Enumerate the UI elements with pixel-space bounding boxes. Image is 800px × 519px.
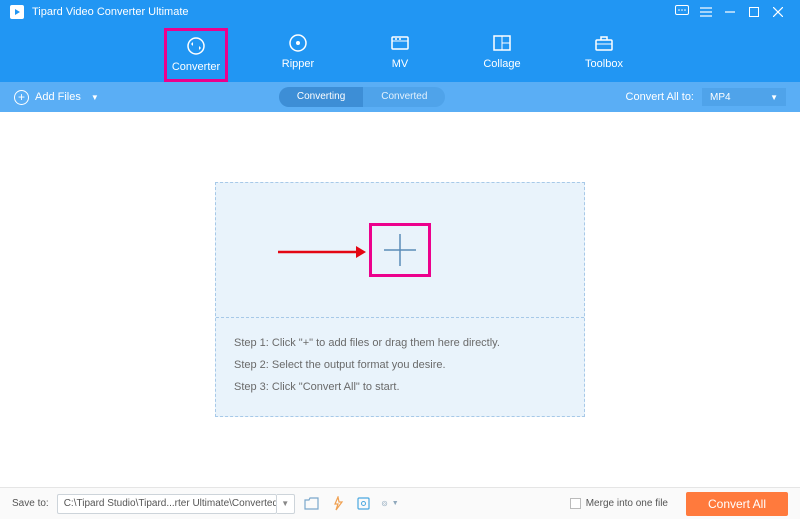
save-path-field[interactable]: C:\Tipard Studio\Tipard...rter Ultimate\… bbox=[57, 494, 277, 514]
settings-icon[interactable]: ▼ bbox=[381, 495, 399, 513]
add-files-plus-button[interactable] bbox=[369, 223, 431, 277]
maximize-icon[interactable] bbox=[742, 5, 766, 20]
app-title: Tipard Video Converter Ultimate bbox=[32, 6, 670, 18]
nav-converter[interactable]: Converter bbox=[164, 28, 228, 82]
nav-label: Ripper bbox=[282, 58, 314, 70]
feedback-icon[interactable] bbox=[670, 5, 694, 20]
convert-all-button[interactable]: Convert All bbox=[686, 492, 788, 516]
speed-icon[interactable] bbox=[329, 495, 347, 513]
toolbox-icon bbox=[593, 32, 615, 54]
save-to-label: Save to: bbox=[12, 498, 49, 509]
chevron-down-icon: ▼ bbox=[392, 500, 399, 507]
step-text: Step 1: Click "+" to add files or drag t… bbox=[234, 332, 566, 354]
nav-ripper[interactable]: Ripper bbox=[266, 28, 330, 82]
mv-icon bbox=[389, 32, 411, 54]
status-segment: Converting Converted bbox=[279, 87, 446, 107]
save-path-dropdown[interactable]: ▼ bbox=[277, 494, 295, 514]
merge-checkbox[interactable]: Merge into one file bbox=[570, 498, 668, 509]
footer: Save to: C:\Tipard Studio\Tipard...rter … bbox=[0, 487, 800, 519]
step-text: Step 3: Click "Convert All" to start. bbox=[234, 376, 566, 398]
plus-icon bbox=[382, 232, 418, 268]
format-dropdown[interactable]: MP4 ▼ bbox=[702, 88, 786, 106]
add-files-button[interactable]: + Add Files ▼ bbox=[14, 90, 99, 105]
merge-label: Merge into one file bbox=[586, 498, 668, 509]
nav-label: Toolbox bbox=[585, 58, 623, 70]
step-text: Step 2: Select the output format you des… bbox=[234, 354, 566, 376]
minimize-icon[interactable] bbox=[718, 5, 742, 20]
tab-converted[interactable]: Converted bbox=[363, 87, 445, 107]
tab-converting[interactable]: Converting bbox=[279, 87, 363, 107]
titlebar: Tipard Video Converter Ultimate bbox=[0, 0, 800, 24]
convert-to-label: Convert All to: bbox=[626, 91, 694, 103]
checkbox-icon bbox=[570, 498, 581, 509]
main-area: Step 1: Click "+" to add files or drag t… bbox=[0, 112, 800, 487]
add-files-label: Add Files bbox=[35, 91, 81, 103]
save-path-value: C:\Tipard Studio\Tipard...rter Ultimate\… bbox=[64, 498, 277, 509]
chevron-down-icon: ▼ bbox=[770, 93, 778, 102]
main-nav: Converter Ripper MV Collage Toolbox bbox=[0, 24, 800, 82]
gpu-icon[interactable] bbox=[355, 495, 373, 513]
converter-icon bbox=[185, 35, 207, 57]
app-logo-icon bbox=[10, 5, 24, 19]
nav-label: Converter bbox=[172, 61, 220, 73]
convert-all-to: Convert All to: MP4 ▼ bbox=[626, 88, 786, 106]
nav-label: MV bbox=[392, 58, 409, 70]
nav-mv[interactable]: MV bbox=[368, 28, 432, 82]
nav-label: Collage bbox=[483, 58, 520, 70]
dropzone-top bbox=[216, 183, 584, 317]
open-folder-icon[interactable] bbox=[303, 495, 321, 513]
nav-toolbox[interactable]: Toolbox bbox=[572, 28, 636, 82]
instructions: Step 1: Click "+" to add files or drag t… bbox=[216, 318, 584, 416]
collage-icon bbox=[491, 32, 513, 54]
format-value: MP4 bbox=[710, 92, 731, 103]
nav-collage[interactable]: Collage bbox=[470, 28, 534, 82]
annotation-arrow-icon bbox=[278, 245, 366, 259]
menu-icon[interactable] bbox=[694, 5, 718, 20]
plus-icon: + bbox=[14, 90, 29, 105]
toolbar: + Add Files ▼ Converting Converted Conve… bbox=[0, 82, 800, 112]
close-icon[interactable] bbox=[766, 5, 790, 20]
dropzone[interactable]: Step 1: Click "+" to add files or drag t… bbox=[215, 182, 585, 417]
ripper-icon bbox=[287, 32, 309, 54]
chevron-down-icon: ▼ bbox=[91, 93, 99, 102]
